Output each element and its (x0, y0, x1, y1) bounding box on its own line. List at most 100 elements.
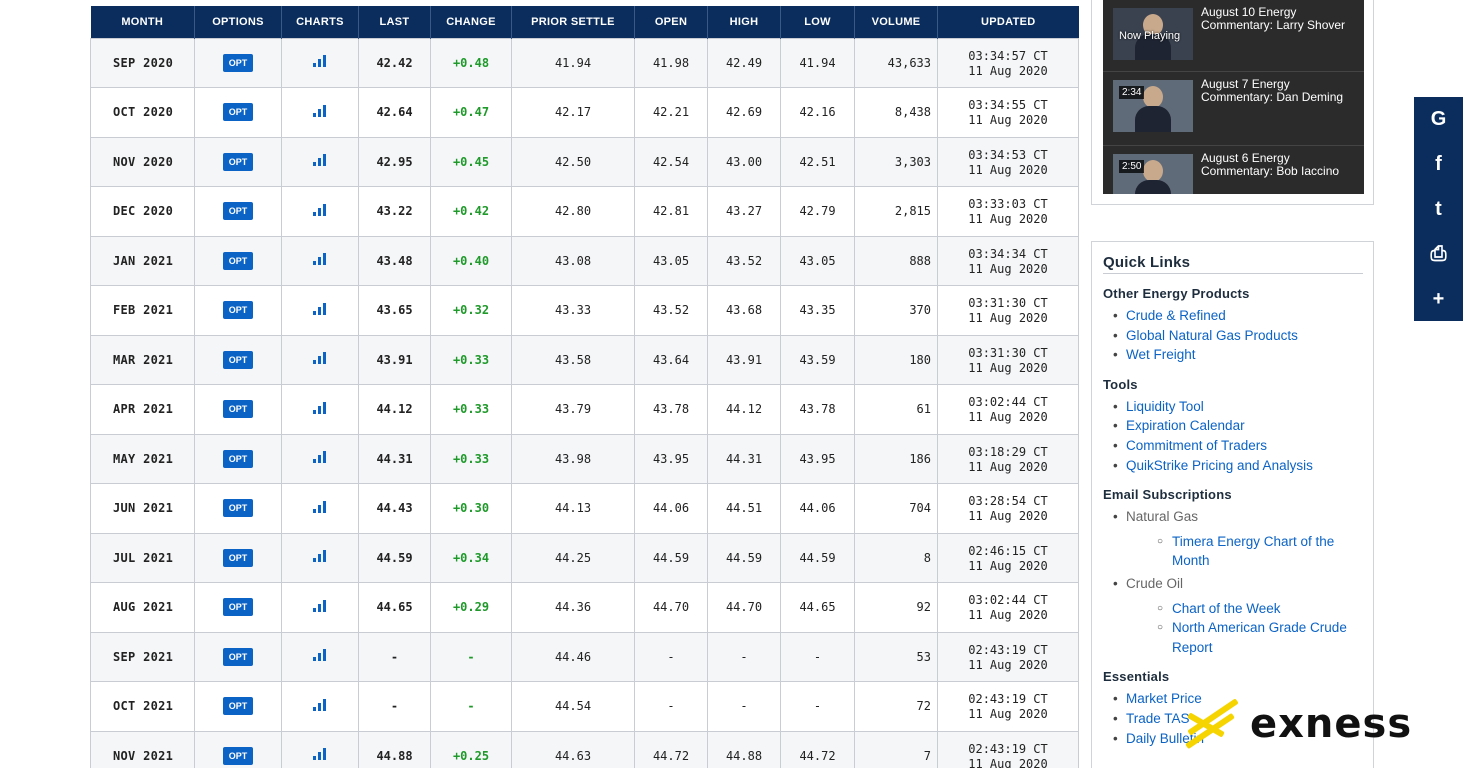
bar-chart-icon[interactable] (313, 253, 327, 266)
month-cell: SEP 2020 (90, 37, 195, 88)
link-wet-freight[interactable]: Wet Freight (1103, 345, 1368, 365)
bar-chart-icon[interactable] (313, 451, 327, 464)
opt-button[interactable]: OPT (222, 202, 254, 221)
options-cell: OPT (194, 235, 282, 286)
print-icon[interactable]: ⎙ (1414, 232, 1463, 277)
link-commitment-of-traders[interactable]: Commitment of Traders (1103, 436, 1368, 456)
updated-cell: 03:31:30 CT 11 Aug 2020 (937, 334, 1079, 385)
opt-button[interactable]: OPT (222, 152, 254, 171)
volume-cell: 7 (854, 730, 938, 768)
updated-cell: 03:31:30 CT 11 Aug 2020 (937, 285, 1079, 336)
open-cell: 44.70 (634, 582, 708, 633)
change-cell: - (430, 681, 512, 732)
video-item[interactable]: 2:34 August 7 Energy Commentary: Dan Dem… (1103, 72, 1364, 146)
updated-time: 02:43:19 CT (968, 642, 1048, 657)
updated-date: 11 Aug 2020 (968, 63, 1048, 78)
opt-button[interactable]: OPT (222, 103, 254, 122)
updated-date: 11 Aug 2020 (968, 459, 1048, 474)
bar-chart-icon[interactable] (313, 302, 327, 315)
google-icon[interactable]: G (1414, 97, 1463, 142)
options-cell: OPT (194, 582, 282, 633)
link-chart-of-the-week[interactable]: Chart of the Week (1126, 599, 1368, 619)
bar-chart-icon[interactable] (313, 550, 327, 563)
link-global-natural-gas[interactable]: Global Natural Gas Products (1103, 326, 1368, 346)
charts-cell (281, 532, 359, 583)
table-row: JUN 2021 OPT 44.43 +0.30 44.13 44.06 44.51 44.0… (90, 483, 1079, 534)
last-cell: 43.91 (358, 334, 431, 385)
volume-cell: 8,438 (854, 87, 938, 138)
options-cell: OPT (194, 384, 282, 435)
options-cell: OPT (194, 334, 282, 385)
updated-date: 11 Aug 2020 (968, 608, 1048, 623)
updated-cell: 02:46:15 CT 11 Aug 2020 (937, 532, 1079, 583)
opt-button[interactable]: OPT (222, 746, 254, 765)
last-cell: 44.65 (358, 582, 431, 633)
month-cell: AUG 2021 (90, 582, 195, 633)
month-cell: JUN 2021 (90, 483, 195, 534)
opt-button[interactable]: OPT (222, 449, 254, 468)
link-quikstrike[interactable]: QuikStrike Pricing and Analysis (1103, 456, 1368, 476)
bar-chart-icon[interactable] (313, 748, 327, 761)
last-cell: 44.88 (358, 730, 431, 768)
last-cell: 42.95 (358, 136, 431, 187)
column-header: CHARTS (281, 6, 359, 38)
section-heading: Essentials (1103, 669, 1170, 685)
prior-settle-cell: 43.08 (511, 235, 635, 286)
column-header: LAST (358, 6, 431, 38)
opt-button[interactable]: OPT (222, 53, 254, 72)
updated-time: 03:31:30 CT (968, 296, 1048, 311)
bar-chart-icon[interactable] (313, 698, 327, 711)
opt-button[interactable]: OPT (222, 301, 254, 320)
twitter-icon[interactable]: t (1414, 187, 1463, 232)
opt-button[interactable]: OPT (222, 400, 254, 419)
group-natural-gas: Natural Gas Timera Energy Chart of the M… (1103, 507, 1368, 571)
bar-chart-icon[interactable] (313, 500, 327, 513)
column-header: MONTH (90, 6, 195, 38)
link-expiration-calendar[interactable]: Expiration Calendar (1103, 416, 1368, 436)
bar-chart-icon[interactable] (313, 401, 327, 414)
opt-button[interactable]: OPT (222, 350, 254, 369)
video-panel: Now Playing August 10 Energy Commentary:… (1091, 0, 1374, 205)
group-label: Natural Gas (1126, 509, 1199, 525)
bar-chart-icon[interactable] (313, 599, 327, 612)
bar-chart-icon[interactable] (313, 104, 327, 117)
opt-button[interactable]: OPT (222, 697, 254, 716)
opt-button[interactable]: OPT (222, 598, 254, 617)
video-item[interactable]: 2:50 August 6 Energy Commentary: Bob Iac… (1103, 146, 1364, 194)
video-thumbnail: Now Playing (1113, 8, 1193, 60)
link-crude-refined[interactable]: Crude & Refined (1103, 306, 1368, 326)
low-cell: 43.59 (780, 334, 855, 385)
video-item[interactable]: Now Playing August 10 Energy Commentary:… (1103, 0, 1364, 72)
opt-button[interactable]: OPT (222, 548, 254, 567)
plus-icon[interactable]: + (1414, 277, 1463, 322)
opt-button[interactable]: OPT (222, 251, 254, 270)
open-cell: 44.06 (634, 483, 708, 534)
duration-badge: 2:50 (1119, 160, 1145, 173)
facebook-icon[interactable]: f (1414, 142, 1463, 187)
prior-settle-cell: 44.36 (511, 582, 635, 633)
volume-cell: 92 (854, 582, 938, 633)
high-cell: 44.88 (707, 730, 781, 768)
month-cell: DEC 2020 (90, 186, 195, 237)
volume-cell: 370 (854, 285, 938, 336)
link-north-american-grade-crude[interactable]: North American Grade Crude Report (1126, 618, 1368, 657)
change-cell: +0.30 (430, 483, 512, 534)
bar-chart-icon[interactable] (313, 154, 327, 167)
updated-time: 02:43:19 CT (968, 692, 1048, 707)
link-timera-chart[interactable]: Timera Energy Chart of the Month (1126, 532, 1368, 571)
opt-button[interactable]: OPT (222, 499, 254, 518)
prior-settle-cell: 41.94 (511, 37, 635, 88)
low-cell: - (780, 631, 855, 682)
bar-chart-icon[interactable] (313, 203, 327, 216)
change-cell: +0.32 (430, 285, 512, 336)
opt-button[interactable]: OPT (222, 647, 254, 666)
bar-chart-icon[interactable] (313, 55, 327, 68)
link-liquidity-tool[interactable]: Liquidity Tool (1103, 397, 1368, 417)
bar-chart-icon[interactable] (313, 649, 327, 662)
charts-cell (281, 681, 359, 732)
bar-chart-icon[interactable] (313, 352, 327, 365)
options-cell: OPT (194, 681, 282, 732)
table-row: SEP 2020 OPT 42.42 +0.48 41.94 41.98 42.49 41.9… (90, 37, 1079, 88)
table-row: MAR 2021 OPT 43.91 +0.33 43.58 43.64 43.91 43.5… (90, 334, 1079, 385)
table-row: AUG 2021 OPT 44.65 +0.29 44.36 44.70 44.70 44.6… (90, 582, 1079, 633)
